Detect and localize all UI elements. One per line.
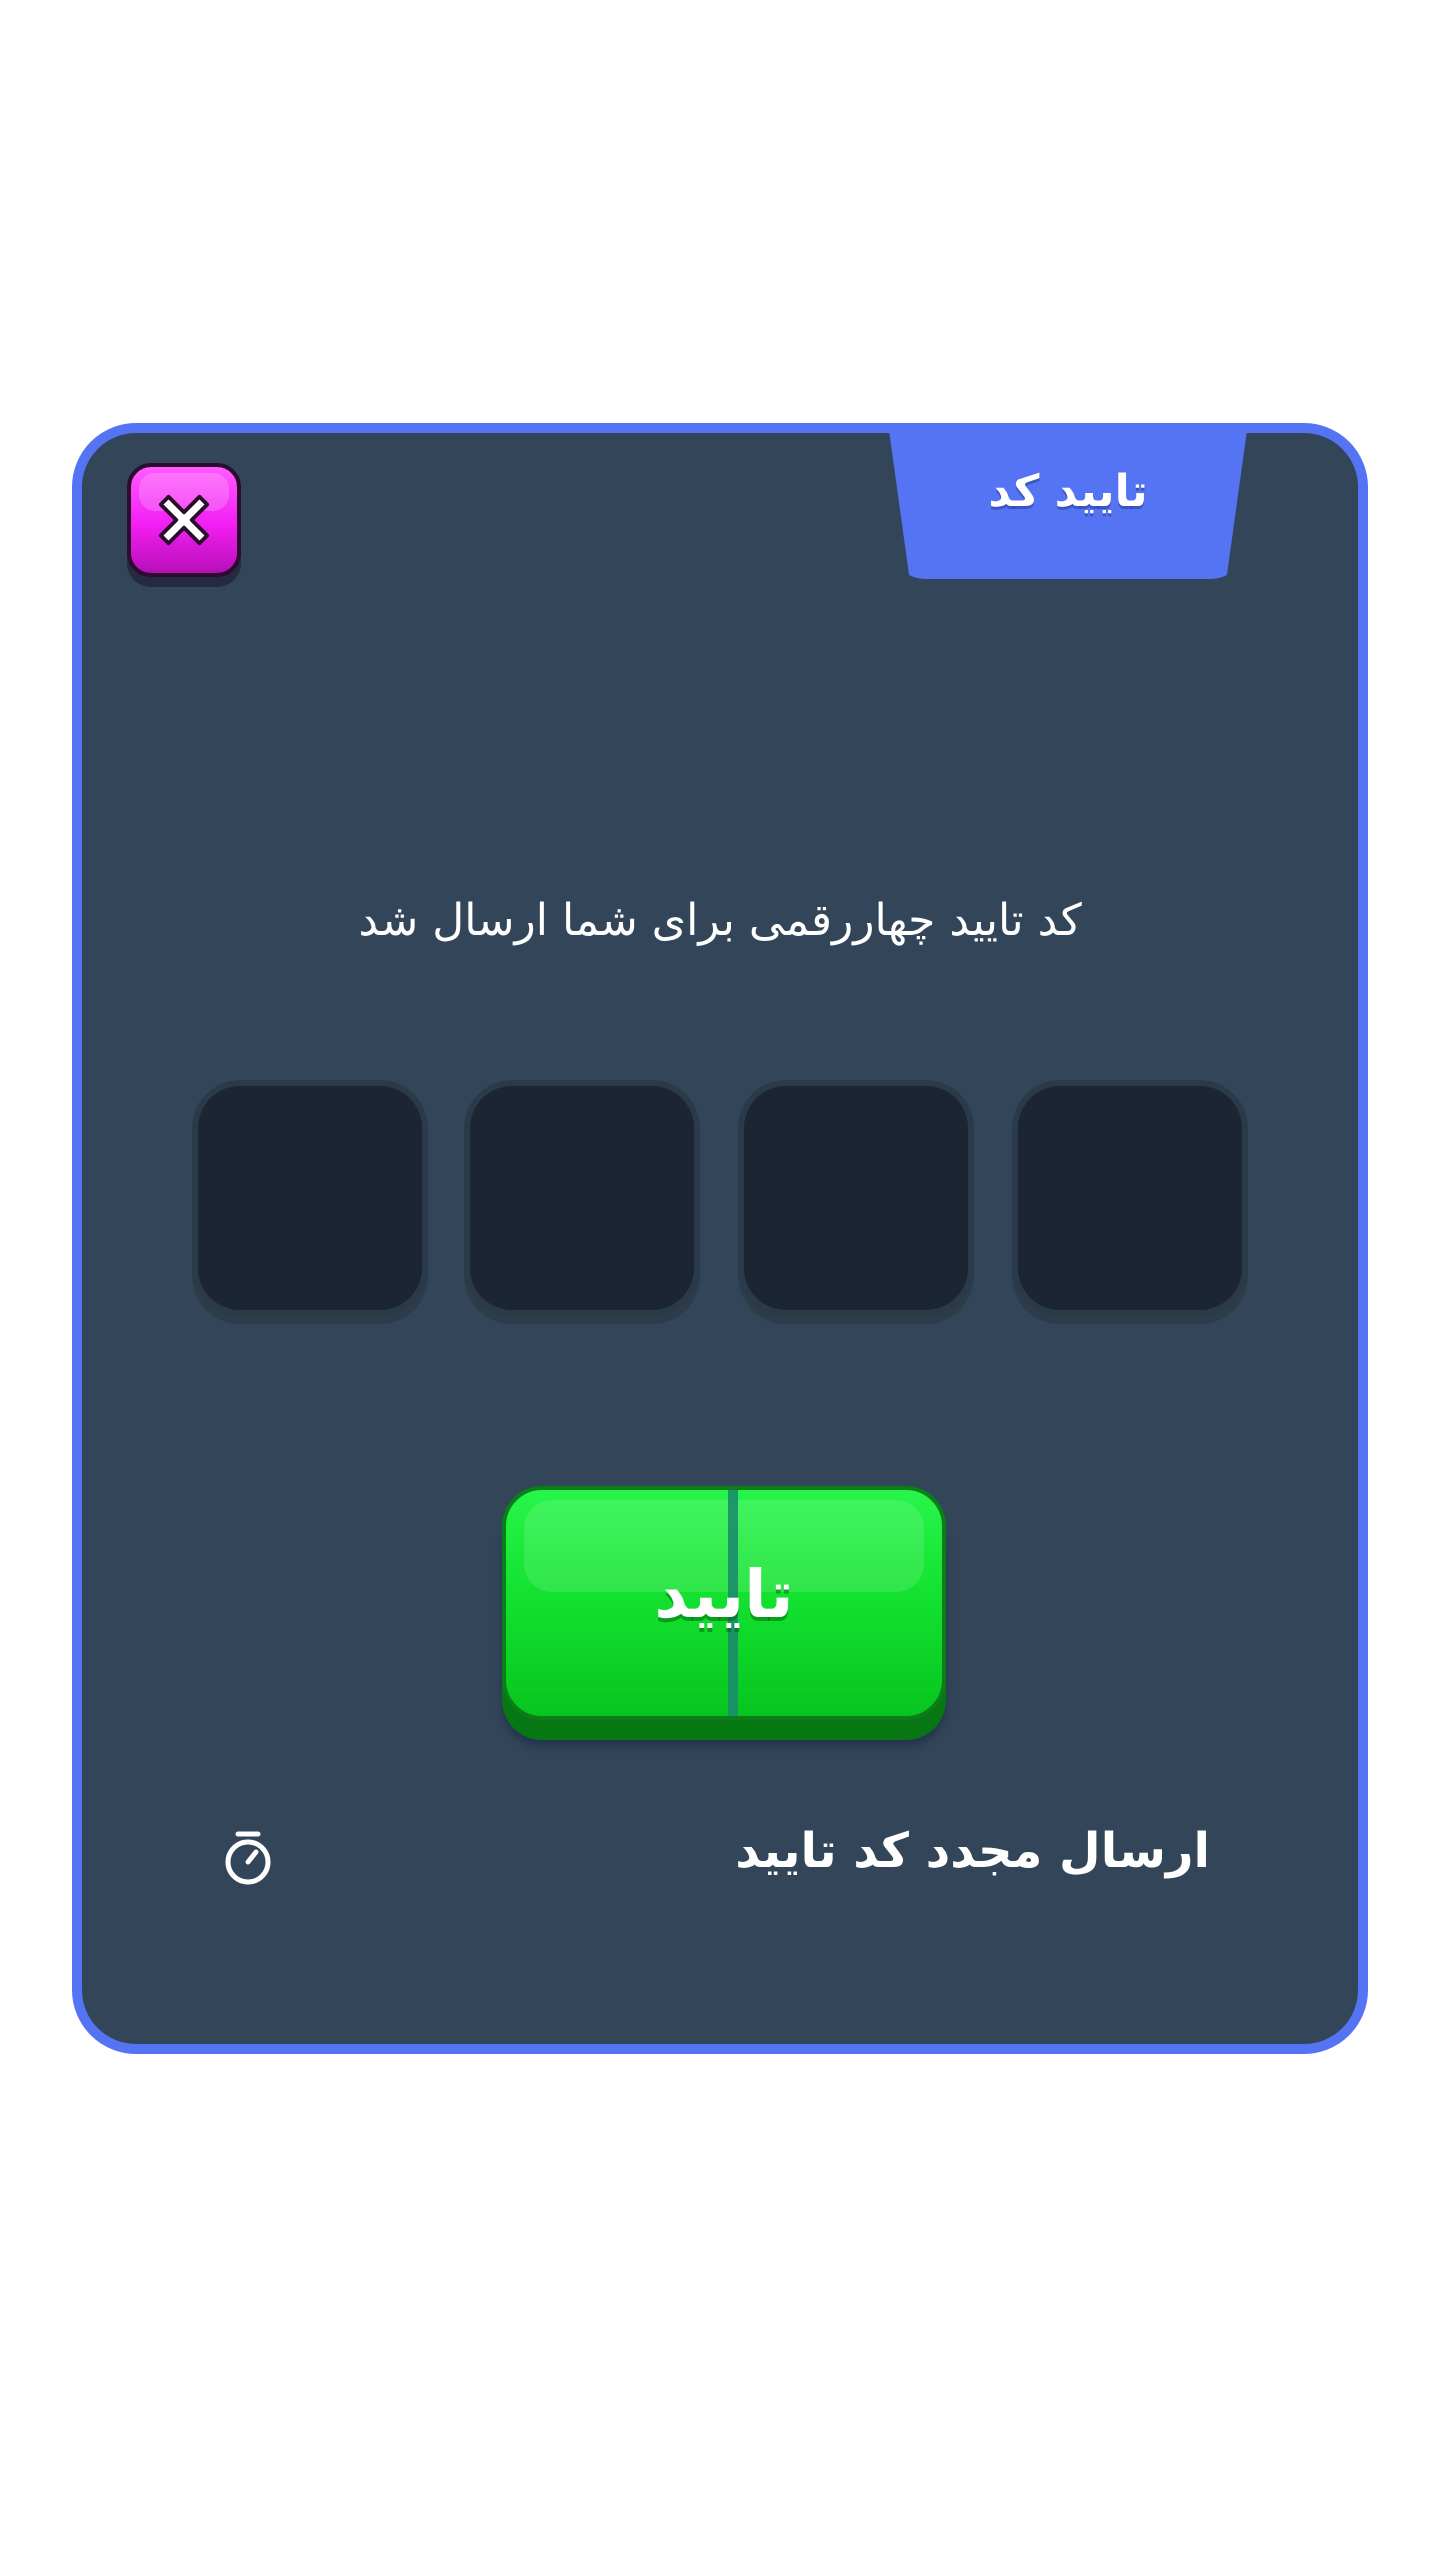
code-digit-input-4[interactable]: [192, 1080, 428, 1316]
close-button[interactable]: [127, 463, 241, 577]
verify-code-dialog: تایید کد کد تایید چهاررقمی برای شما ارسا…: [72, 423, 1368, 2054]
confirm-button[interactable]: تایید: [502, 1486, 946, 1720]
resend-code-link[interactable]: ارسال مجدد کد تایید: [735, 1823, 1210, 1879]
code-digit-input-2[interactable]: [738, 1080, 974, 1316]
title-tab: تایید کد: [888, 423, 1248, 579]
stopwatch-icon: [225, 1831, 271, 1885]
sent-code-message: کد تایید چهاررقمی برای شما ارسال شد: [358, 895, 1082, 946]
code-digit-input-1[interactable]: [1012, 1080, 1248, 1316]
code-digit-input-3[interactable]: [464, 1080, 700, 1316]
close-icon: [158, 494, 210, 546]
dialog-title: تایید کد: [988, 465, 1148, 517]
confirm-button-label: تایید: [654, 1555, 794, 1633]
code-input-row: [192, 1080, 1248, 1324]
